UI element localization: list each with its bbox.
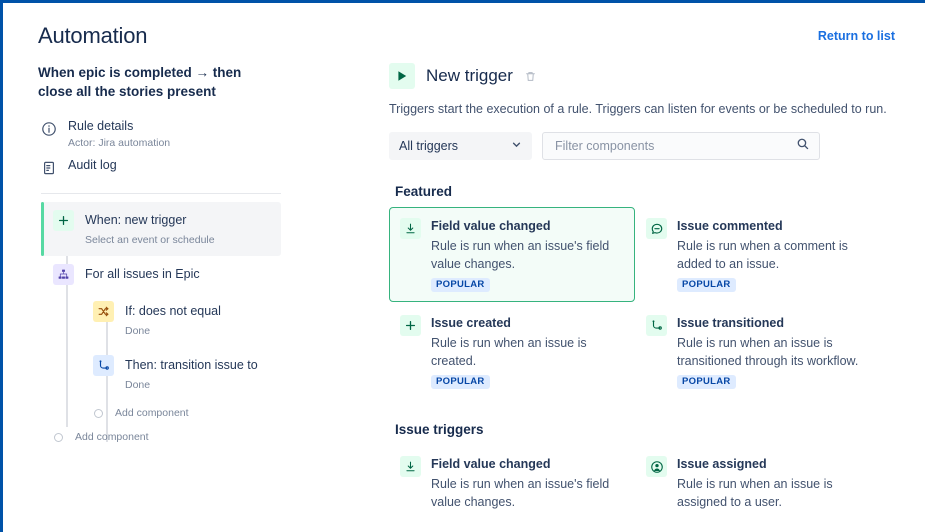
trigger-card-column: Issue assigned Rule is run when an issue … [635, 445, 881, 532]
sidebar-item-label: Rule details [68, 118, 170, 135]
trigger-card-description: Rule is run when an issue is created. [431, 334, 624, 370]
add-component-label: Add component [115, 407, 189, 419]
trigger-type-select[interactable]: All triggers [389, 132, 532, 160]
trigger-panel-title: New trigger [426, 66, 513, 86]
rule-node-subtitle: Done [125, 324, 221, 339]
condition-shuffle-icon [93, 301, 114, 322]
add-component-label: Add component [75, 431, 149, 443]
user-assigned-icon [646, 456, 667, 477]
trigger-card[interactable]: Issue assigned Rule is run when an issue … [635, 445, 881, 521]
trigger-card-title: Issue assigned [677, 456, 870, 472]
trigger-card[interactable]: Field value changed Rule is run when an i… [389, 207, 635, 302]
app-window: Automation Return to list When epic is c… [0, 0, 925, 532]
rule-tree-node[interactable]: For all issues in Epic [41, 256, 281, 293]
status-badge: POPULAR [677, 278, 736, 292]
rule-name: When epic is completed → then close all … [38, 63, 278, 101]
plus-icon [400, 315, 421, 336]
sidebar-item-label: Audit log [68, 157, 117, 174]
trigger-card[interactable]: Issue transitioned Rule is run when an is… [635, 304, 881, 399]
trigger-card-column: Field value changed Rule is run when an i… [389, 445, 635, 532]
document-icon [41, 160, 57, 176]
page-title: Automation [38, 23, 147, 49]
trigger-card[interactable]: Field value changed Rule is run when an i… [389, 445, 635, 521]
trigger-card-column: Issue commented Rule is run when a commen… [635, 207, 881, 401]
field-value-changed-icon [400, 456, 421, 477]
trigger-panel-description: Triggers start the execution of a rule. … [389, 101, 915, 118]
rule-node-title: For all issues in Epic [85, 267, 200, 281]
search-input[interactable] [553, 138, 796, 154]
trigger-card[interactable]: Issue commented Rule is run when a commen… [635, 207, 881, 302]
return-to-list-link[interactable]: Return to list [818, 29, 895, 43]
rule-node-title: When: new trigger [85, 213, 186, 227]
sidebar-item-audit-log[interactable]: Audit log [38, 154, 288, 179]
plus-icon [53, 210, 74, 231]
section-heading: Featured [395, 184, 915, 199]
add-component-button[interactable]: Add component [81, 401, 281, 425]
trigger-card-title: Field value changed [431, 218, 624, 234]
trigger-card-column: Field value changed Rule is run when an i… [389, 207, 635, 401]
rule-node-subtitle: Done [125, 378, 258, 393]
rule-tree-node[interactable]: When: new trigger Select an event or sche… [41, 202, 281, 256]
automation-page: Automation Return to list When epic is c… [3, 3, 925, 532]
trigger-card-title: Issue transitioned [677, 315, 870, 331]
trigger-type-select-value: All triggers [399, 139, 458, 153]
add-component-dot [54, 433, 63, 442]
rule-node-title: Then: transition issue to [125, 358, 258, 372]
trigger-card[interactable]: Issue created Rule is run when an issue i… [389, 304, 635, 399]
trigger-card-grid: Field value changed Rule is run when an i… [389, 445, 915, 532]
comment-icon [646, 218, 667, 239]
rule-tree-node[interactable]: Then: transition issue to Done [81, 347, 281, 401]
trigger-card-description: Rule is run when a comment is added to a… [677, 237, 870, 273]
trash-icon[interactable] [524, 70, 537, 83]
rule-tree: When: new trigger Select an event or sche… [41, 202, 281, 449]
trigger-card-description: Rule is run when an issue's field value … [431, 237, 624, 273]
trigger-sections: Featured Field value changed Rule is run w… [389, 184, 915, 532]
rule-sidebar: When epic is completed → then close all … [38, 63, 288, 449]
trigger-card-title: Issue commented [677, 218, 870, 234]
trigger-card-description: Rule is run when an issue is assigned to… [677, 475, 870, 511]
play-icon [389, 63, 415, 89]
search-icon[interactable] [796, 137, 810, 156]
chevron-down-icon [511, 137, 522, 155]
status-badge: POPULAR [431, 278, 490, 292]
filter-components-search[interactable] [542, 132, 820, 160]
trigger-card-title: Issue created [431, 315, 624, 331]
trigger-filter-controls: All triggers [389, 132, 915, 160]
branch-hierarchy-icon [53, 264, 74, 285]
trigger-panel-header: New trigger [389, 63, 915, 89]
trigger-card[interactable]: Issue commentedRule is run when a commen… [389, 523, 635, 532]
trigger-card-grid: Field value changed Rule is run when an i… [389, 207, 915, 401]
sidebar-item-sublabel: Actor: Jira automation [68, 136, 170, 151]
status-badge: POPULAR [431, 375, 490, 389]
info-circle-icon [41, 121, 57, 137]
transition-icon [646, 315, 667, 336]
add-component-dot [94, 409, 103, 418]
trigger-card-description: Rule is run when an issue's field value … [431, 475, 624, 511]
trigger-card-title: Field value changed [431, 456, 624, 472]
trigger-panel: New trigger Triggers start the execution… [389, 63, 915, 532]
status-badge: POPULAR [677, 375, 736, 389]
field-value-changed-icon [400, 218, 421, 239]
sidebar-divider [41, 193, 281, 194]
trigger-card[interactable]: Issue createdRule is run when an issue i… [635, 523, 881, 532]
rule-node-subtitle: Select an event or schedule [85, 233, 215, 248]
trigger-card-description: Rule is run when an issue is transitione… [677, 334, 870, 370]
add-component-button[interactable]: Add component [41, 425, 281, 449]
sidebar-item-rule-details[interactable]: Rule details Actor: Jira automation [38, 115, 288, 154]
rule-tree-node[interactable]: If: does not equal Done [81, 293, 281, 347]
section-heading: Issue triggers [395, 422, 915, 437]
transition-icon [93, 355, 114, 376]
rule-node-title: If: does not equal [125, 304, 221, 318]
